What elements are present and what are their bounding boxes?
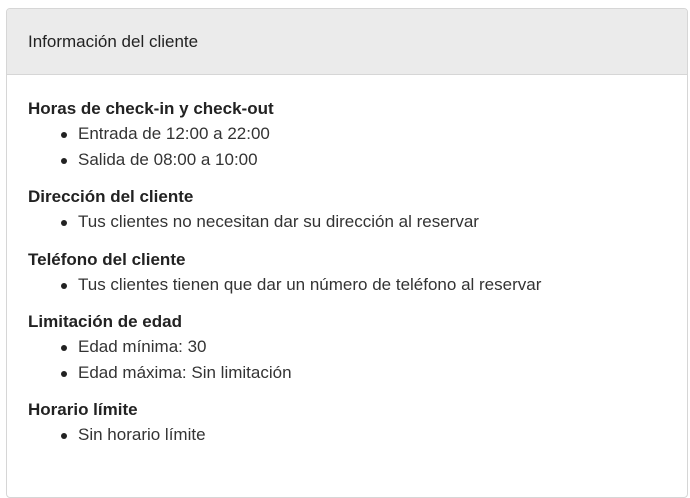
section-curfew: Horario límite Sin horario límite: [28, 398, 666, 448]
bullet-icon: [61, 282, 67, 289]
bullet-icon: [61, 370, 67, 377]
list-item-text: Edad máxima: Sin limitación: [78, 362, 292, 382]
bullet-icon: [61, 345, 67, 351]
list-item-text: Sin horario límite: [78, 425, 206, 444]
section-title: Teléfono del cliente: [28, 249, 186, 269]
item-list: Tus clientes tienen que dar un número de…: [28, 272, 666, 298]
section-title: Horario límite: [28, 400, 138, 419]
panel-body: Horas de check-in y check-out Entrada de…: [7, 75, 687, 448]
section-title: Dirección del cliente: [28, 187, 194, 206]
customer-info-panel: Información del cliente Horas de check-i…: [6, 8, 688, 498]
list-item: Tus clientes tienen que dar un número de…: [28, 272, 666, 298]
section-age-limit: Limitación de edad Edad mínima: 30 Edad …: [28, 310, 666, 385]
list-item-text: Tus clientes no necesitan dar su direcci…: [78, 212, 479, 231]
bullet-icon: [61, 433, 67, 439]
section-customer-address: Dirección del cliente Tus clientes no ne…: [28, 185, 666, 235]
section-title: Limitación de edad: [28, 312, 182, 331]
panel-header: Información del cliente: [7, 9, 687, 75]
list-item: Sin horario límite: [28, 422, 666, 448]
bullet-icon: [61, 132, 67, 138]
list-item-text: Entrada de 12:00 a 22:00: [78, 124, 270, 143]
list-item: Tus clientes no necesitan dar su direcci…: [28, 209, 666, 235]
list-item-text: Tus clientes tienen que dar un número de…: [78, 274, 542, 294]
item-list: Edad mínima: 30 Edad máxima: Sin limitac…: [28, 334, 666, 385]
list-item-text: Salida de 08:00 a 10:00: [78, 149, 258, 169]
item-list: Entrada de 12:00 a 22:00 Salida de 08:00…: [28, 121, 666, 172]
list-item: Edad máxima: Sin limitación: [28, 360, 666, 386]
panel-title: Información del cliente: [28, 31, 199, 51]
list-item: Entrada de 12:00 a 22:00: [28, 121, 666, 147]
list-item: Edad mínima: 30: [28, 334, 666, 360]
list-item: Salida de 08:00 a 10:00: [28, 147, 666, 173]
item-list: Sin horario límite: [28, 422, 666, 448]
item-list: Tus clientes no necesitan dar su direcci…: [28, 209, 666, 235]
section-title: Horas de check-in y check-out: [28, 99, 274, 118]
bullet-icon: [61, 157, 67, 164]
section-checkin-checkout: Horas de check-in y check-out Entrada de…: [28, 97, 666, 172]
list-item-text: Edad mínima: 30: [78, 337, 207, 356]
section-customer-phone: Teléfono del cliente Tus clientes tienen…: [28, 248, 666, 298]
bullet-icon: [61, 220, 67, 226]
